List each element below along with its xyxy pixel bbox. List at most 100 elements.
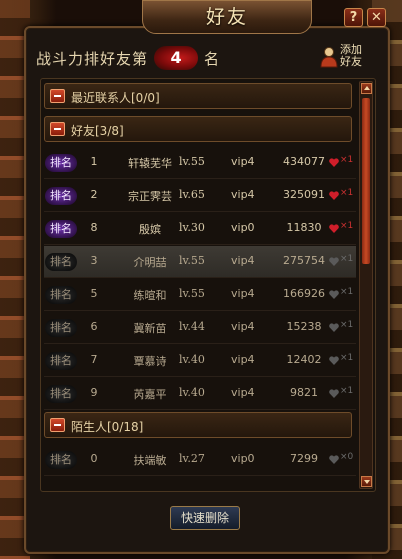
row-divider — [44, 376, 356, 377]
row-divider — [44, 211, 356, 212]
row-divider — [44, 409, 356, 410]
friend-vip: vip0 — [231, 452, 255, 465]
friend-power: 15238 — [286, 320, 322, 333]
rank-suffix: 名 — [204, 49, 221, 68]
rank-index: 9 — [90, 386, 98, 399]
friend-vip: vip4 — [231, 386, 255, 399]
friend-level: lv.40 — [179, 386, 205, 399]
rank-badge: 排名 — [45, 451, 77, 469]
rank-badge: 排名 — [45, 220, 77, 238]
friend-row[interactable]: 排名 5 练暄和 lv.55 vip4 166926 ×1 — [44, 279, 356, 311]
row-divider — [44, 475, 356, 476]
rank-number: 4 — [154, 46, 199, 70]
collapse-icon[interactable] — [50, 122, 65, 136]
heart-count: ×1 — [340, 287, 354, 297]
friend-name: 芮嘉平 — [133, 388, 167, 401]
heart-count: ×1 — [340, 254, 354, 264]
rank-index: 6 — [90, 320, 98, 333]
friend-row[interactable]: 排名 9 芮嘉平 lv.40 vip4 9821 ×1 — [44, 378, 356, 410]
section-recent-contacts[interactable]: 最近联系人[0/0] — [44, 83, 352, 109]
friend-power: 9821 — [290, 386, 318, 399]
friend-row[interactable]: 排名 0 扶端敏 lv.27 vip0 7299 ×0 — [44, 444, 356, 476]
friend-vip: vip0 — [231, 221, 255, 234]
rank-badge: 排名 — [45, 352, 77, 370]
heart-count: ×1 — [340, 155, 354, 165]
add-friend-button[interactable]: 添加好友 — [320, 44, 372, 70]
heart-icon[interactable] — [329, 158, 339, 167]
friend-name: 冀新苗 — [133, 322, 167, 335]
friend-level: lv.44 — [179, 320, 205, 333]
rank-index: 1 — [90, 155, 98, 168]
row-divider — [44, 310, 356, 311]
heart-icon[interactable] — [329, 191, 339, 200]
friend-level: lv.30 — [179, 221, 205, 234]
list-scrollbar[interactable] — [359, 81, 373, 489]
scroll-up-arrow-icon[interactable] — [361, 83, 372, 94]
friend-list-panel: 最近联系人[0/0] 好友[3/8] 排名 1 轩辕芜华 lv.55 vip4 43407… — [40, 78, 376, 492]
friend-level: lv.55 — [179, 155, 205, 168]
heart-icon[interactable] — [329, 389, 339, 398]
friend-power: 7299 — [290, 452, 318, 465]
window-title-bar: 好友 — [142, 0, 312, 34]
heart-count: ×1 — [340, 386, 354, 396]
scroll-down-arrow-icon[interactable] — [361, 476, 372, 487]
section-label: 好友[3/8] — [71, 124, 124, 138]
friend-row[interactable]: 排名 6 冀新苗 lv.44 vip4 15238 ×1 — [44, 312, 356, 344]
friend-name: 介明喆 — [133, 256, 167, 269]
heart-icon[interactable] — [329, 257, 339, 266]
collapse-icon[interactable] — [50, 89, 65, 103]
rank-index: 8 — [90, 221, 98, 234]
close-button[interactable]: ✕ — [367, 8, 386, 27]
friend-power: 11830 — [286, 221, 322, 234]
rank-index: 5 — [90, 287, 98, 300]
friend-power: 325091 — [283, 188, 325, 201]
add-friend-label: 添加好友 — [340, 43, 362, 68]
heart-icon[interactable] — [329, 290, 339, 299]
power-rank-strip: 战斗力排好友第 4 名 — [36, 44, 220, 72]
heart-icon[interactable] — [329, 323, 339, 332]
friend-row[interactable]: 排名 3 介明喆 lv.55 vip4 275754 ×1 — [44, 246, 356, 278]
friend-vip: vip4 — [231, 155, 255, 168]
rank-index: 2 — [90, 188, 98, 201]
section-strangers[interactable]: 陌生人[0/18] — [44, 412, 352, 438]
row-divider — [44, 178, 356, 179]
rank-prefix: 战斗力排好友第 — [36, 49, 149, 68]
heart-count: ×0 — [340, 452, 354, 462]
heart-count: ×1 — [340, 221, 354, 231]
rank-badge: 排名 — [45, 385, 77, 403]
rank-index: 7 — [90, 353, 98, 366]
friend-level: lv.40 — [179, 353, 205, 366]
friend-level: lv.55 — [179, 287, 205, 300]
scroll-thumb[interactable] — [362, 98, 370, 264]
quick-delete-button[interactable]: 快速删除 — [170, 506, 240, 530]
row-divider — [44, 244, 356, 245]
friend-vip: vip4 — [231, 254, 255, 267]
section-label: 陌生人[0/18] — [71, 420, 144, 434]
heart-icon[interactable] — [329, 455, 339, 464]
friend-name: 覃慕诗 — [133, 355, 167, 368]
friend-row[interactable]: 排名 2 宗正霁芸 lv.65 vip4 325091 ×1 — [44, 180, 356, 212]
heart-icon[interactable] — [329, 356, 339, 365]
friend-level: lv.55 — [179, 254, 205, 267]
friend-power: 166926 — [283, 287, 325, 300]
collapse-icon[interactable] — [50, 418, 65, 432]
rank-badge: 排名 — [45, 154, 77, 172]
friend-row[interactable]: 排名 7 覃慕诗 lv.40 vip4 12402 ×1 — [44, 345, 356, 377]
section-friends[interactable]: 好友[3/8] — [44, 116, 352, 142]
friend-row[interactable]: 排名 1 轩辕芜华 lv.55 vip4 434077 ×1 — [44, 147, 356, 179]
heart-count: ×1 — [340, 353, 354, 363]
section-label: 最近联系人[0/0] — [71, 91, 160, 105]
friend-level: lv.65 — [179, 188, 205, 201]
row-divider — [44, 277, 356, 278]
friend-vip: vip4 — [231, 320, 255, 333]
heart-icon[interactable] — [329, 224, 339, 233]
friend-name: 殷嫔 — [139, 223, 161, 236]
friend-vip: vip4 — [231, 287, 255, 300]
friend-row[interactable]: 排名 8 殷嫔 lv.30 vip0 11830 ×1 — [44, 213, 356, 245]
rank-badge: 排名 — [45, 253, 77, 271]
friend-power: 12402 — [286, 353, 322, 366]
help-button[interactable]: ? — [344, 8, 363, 27]
rank-badge: 排名 — [45, 187, 77, 205]
friend-level: lv.27 — [179, 452, 205, 465]
friend-name: 扶端敏 — [133, 454, 167, 467]
